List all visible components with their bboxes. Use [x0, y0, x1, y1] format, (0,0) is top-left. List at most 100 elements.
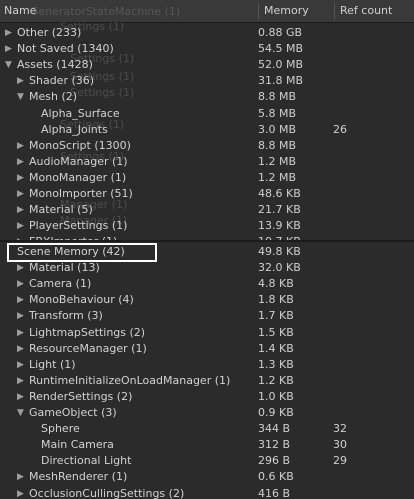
expand-right-icon[interactable]: ▶: [17, 341, 27, 357]
expand-right-icon[interactable]: ▶: [17, 389, 27, 405]
tree-row[interactable]: ▶ MonoManager (1) 1.2 MB: [0, 170, 414, 186]
expand-right-icon[interactable]: ▶: [17, 170, 27, 186]
row-memory: 1.4 KB: [258, 341, 294, 355]
row-label: RuntimeInitializeOnLoadManager (1): [29, 373, 231, 387]
memory-column-header[interactable]: Memory: [264, 0, 309, 22]
tree-row[interactable]: ▶ PlayerSettings (1) 13.9 KB: [0, 218, 414, 234]
tree-row[interactable]: ▶ MonoScript (1300) 8.8 MB: [0, 138, 414, 154]
row-memory: 1.2 MB: [258, 170, 297, 184]
ref-count-column-header[interactable]: Ref count: [340, 0, 392, 22]
expand-right-icon[interactable]: ▶: [17, 154, 27, 170]
expand-right-icon[interactable]: ▶: [17, 202, 27, 218]
expand-down-icon[interactable]: ▼: [5, 57, 15, 73]
row-label: Alpha_Joints: [41, 122, 108, 136]
tree-row[interactable]: ▼ GameObject (3) 0.9 KB: [0, 405, 414, 421]
tree-row[interactable]: ▶ Not Saved (1340) 54.5 MB: [0, 41, 414, 57]
expand-down-icon[interactable]: ▼: [17, 405, 27, 421]
row-label: Shader (36): [29, 74, 95, 88]
row-memory: 416 B: [258, 486, 291, 499]
expand-right-icon[interactable]: ▶: [17, 486, 27, 499]
row-label: AudioManager (1): [29, 154, 128, 168]
tree-row[interactable]: Directional Light 296 B 29: [0, 453, 414, 469]
row-memory: 0.9 KB: [258, 406, 294, 419]
row-label: Transform (3): [29, 309, 103, 323]
tree-row[interactable]: ▶ Material (13) 32.0 KB: [0, 260, 414, 276]
expand-right-icon[interactable]: ▶: [5, 41, 15, 57]
row-memory: 1.5 KB: [258, 325, 294, 339]
row-label: MeshRenderer (1): [29, 470, 128, 484]
row-ref-count: 29: [333, 454, 347, 468]
row-memory: 32.0 KB: [258, 261, 301, 275]
tree-row[interactable]: ▶ ResourceManager (1) 1.4 KB: [0, 341, 414, 357]
row-memory: 3.0 MB: [258, 122, 297, 136]
row-label: Main Camera: [41, 438, 114, 452]
row-label: Mesh (2): [29, 90, 78, 104]
row-memory: 1.2 KB: [258, 373, 294, 387]
snapshot-tree-bottom: Scene Memory (42) 49.8 KB ▶ Material (13) 32…: [0, 242, 414, 499]
row-memory: 52.0 MB: [258, 58, 304, 72]
expand-right-icon[interactable]: ▶: [17, 308, 27, 324]
row-label: ResourceManager (1): [29, 341, 147, 355]
tree-row[interactable]: ▼ Mesh (2) 8.8 MB: [0, 89, 414, 105]
tree-row[interactable]: ▶ Camera (1) 4.8 KB: [0, 276, 414, 292]
row-memory: 5.8 MB: [258, 106, 297, 120]
tree-row[interactable]: ▶ MonoBehaviour (4) 1.8 KB: [0, 292, 414, 308]
row-memory: 312 B: [258, 438, 291, 452]
expand-right-icon[interactable]: ▶: [17, 325, 27, 341]
tree-row[interactable]: ▶ AudioManager (1) 1.2 MB: [0, 154, 414, 170]
row-label: Material (13): [29, 261, 100, 275]
expand-right-icon[interactable]: ▶: [17, 373, 27, 389]
tree-row[interactable]: ▶ Other (233) 0.88 GB: [0, 25, 414, 41]
row-memory: 344 B: [258, 422, 291, 436]
row-ref-count: 30: [333, 438, 347, 452]
row-memory: 48.6 KB: [258, 187, 301, 200]
row-label: Not Saved (1340): [17, 42, 114, 56]
tree-row[interactable]: ▶ Material (5) 21.7 KB: [0, 202, 414, 218]
snapshot-tree-top: ▶ Other (233) 0.88 GB ▶ Not Saved (1340) 54.5…: [0, 23, 414, 240]
row-label: Directional Light: [41, 454, 132, 468]
row-label: Material (5): [29, 203, 93, 217]
expand-right-icon[interactable]: ▶: [17, 73, 27, 89]
tree-row[interactable]: ▶ RenderSettings (2) 1.0 KB: [0, 389, 414, 405]
expand-right-icon[interactable]: ▶: [17, 276, 27, 292]
row-label: Camera (1): [29, 277, 92, 291]
tree-row[interactable]: ▶ RuntimeInitializeOnLoadManager (1) 1.2 K…: [0, 373, 414, 389]
tree-row[interactable]: ▶ MonoImporter (51) 48.6 KB: [0, 186, 414, 202]
expand-down-icon[interactable]: ▼: [17, 89, 27, 105]
tree-row[interactable]: ▶ Transform (3) 1.7 KB: [0, 308, 414, 324]
column-separator[interactable]: [334, 3, 335, 19]
expand-right-icon[interactable]: ▶: [17, 186, 27, 202]
tree-row[interactable]: ▶ OcclusionCullingSettings (2) 416 B: [0, 486, 414, 499]
row-label: GameObject (3): [29, 406, 117, 419]
tree-row[interactable]: ▶ Light (1) 1.3 KB: [0, 357, 414, 373]
row-memory: 8.8 MB: [258, 138, 297, 152]
row-label: PlayerSettings (1): [29, 219, 128, 233]
row-memory: 296 B: [258, 454, 291, 468]
tree-row[interactable]: Alpha_Joints 3.0 MB 26: [0, 122, 414, 138]
row-label: RenderSettings (2): [29, 389, 133, 403]
expand-right-icon[interactable]: ▶: [17, 138, 27, 154]
expand-right-icon[interactable]: ▶: [17, 260, 27, 276]
row-label: Light (1): [29, 357, 76, 371]
tree-row[interactable]: ▼ Assets (1428) 52.0 MB: [0, 57, 414, 73]
tree-row[interactable]: Sphere 344 B 32: [0, 421, 414, 437]
tree-row[interactable]: Main Camera 312 B 30: [0, 437, 414, 453]
row-memory: 1.3 KB: [258, 357, 294, 371]
name-column-header[interactable]: Name: [4, 0, 36, 22]
row-label: LightmapSettings (2): [29, 325, 146, 339]
expand-right-icon[interactable]: ▶: [17, 357, 27, 373]
tree-row[interactable]: ▶ Shader (36) 31.8 MB: [0, 73, 414, 89]
row-label: MonoManager (1): [29, 170, 127, 184]
row-label: Other (233): [17, 26, 82, 39]
expand-right-icon[interactable]: ▶: [5, 25, 15, 41]
row-memory: 1.0 KB: [258, 389, 294, 403]
expand-right-icon[interactable]: ▶: [17, 469, 27, 485]
tree-row[interactable]: ▶ LightmapSettings (2) 1.5 KB: [0, 325, 414, 341]
tree-row[interactable]: Alpha_Surface 5.8 MB: [0, 106, 414, 122]
expand-right-icon[interactable]: ▶: [17, 218, 27, 234]
row-memory: 0.88 GB: [258, 26, 303, 39]
tree-row[interactable]: ▶ MeshRenderer (1) 0.6 KB: [0, 469, 414, 485]
column-separator[interactable]: [258, 3, 259, 19]
expand-right-icon[interactable]: ▶: [17, 292, 27, 308]
row-label: Alpha_Surface: [41, 106, 120, 120]
